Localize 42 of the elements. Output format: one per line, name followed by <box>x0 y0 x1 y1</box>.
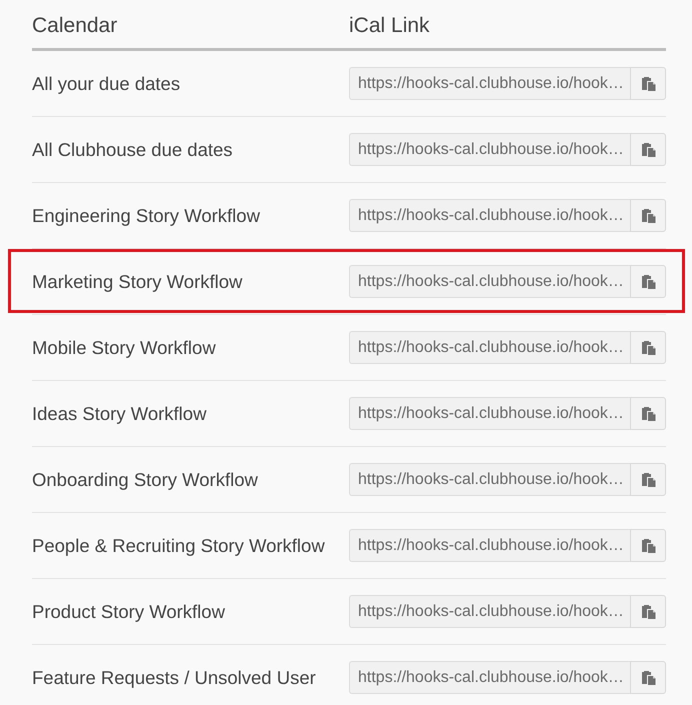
copy-icon <box>640 340 656 356</box>
copy-icon <box>640 406 656 422</box>
copy-icon <box>640 208 656 224</box>
calendar-name: Feature Requests / Unsolved User <box>32 666 316 688</box>
ical-link-field[interactable]: https://hooks-cal.clubhouse.io/hook… <box>349 199 630 232</box>
column-header: Calendar <box>32 14 118 38</box>
ical-link-field[interactable]: https://hooks-cal.clubhouse.io/hook… <box>349 133 630 166</box>
copy-button[interactable] <box>630 265 666 298</box>
copy-button[interactable] <box>630 463 666 496</box>
copy-button[interactable] <box>630 529 666 562</box>
calendar-name: Product Story Workflow <box>32 600 225 622</box>
ical-link-field[interactable]: https://hooks-cal.clubhouse.io/hook… <box>349 397 630 430</box>
ical-link-field[interactable]: https://hooks-cal.clubhouse.io/hook… <box>349 67 630 100</box>
ical-link-field[interactable]: https://hooks-cal.clubhouse.io/hook… <box>349 265 630 298</box>
ical-link-field[interactable]: https://hooks-cal.clubhouse.io/hook… <box>349 331 630 364</box>
copy-icon <box>640 274 656 290</box>
copy-button[interactable] <box>630 67 666 100</box>
column-header: iCal Link <box>349 14 430 38</box>
copy-icon <box>640 472 656 488</box>
copy-button[interactable] <box>630 397 666 430</box>
copy-icon <box>640 142 656 158</box>
copy-icon <box>640 538 656 554</box>
ical-link-field[interactable]: https://hooks-cal.clubhouse.io/hook… <box>349 595 630 628</box>
copy-icon <box>640 76 656 92</box>
ical-link-field[interactable]: https://hooks-cal.clubhouse.io/hook… <box>349 529 630 562</box>
ical-link-field[interactable]: https://hooks-cal.clubhouse.io/hook… <box>349 661 630 694</box>
copy-button[interactable] <box>630 199 666 232</box>
copy-icon <box>640 670 656 686</box>
copy-button[interactable] <box>630 133 666 166</box>
ical-link-field[interactable]: https://hooks-cal.clubhouse.io/hook… <box>349 463 630 496</box>
calendar-name: All Clubhouse due dates <box>32 138 233 160</box>
copy-button[interactable] <box>630 595 666 628</box>
calendar-name: Marketing Story Workflow <box>32 270 242 292</box>
calendar-name: Mobile Story Workflow <box>32 336 216 358</box>
copy-button[interactable] <box>630 661 666 694</box>
calendar-name: All your due dates <box>32 72 180 94</box>
copy-icon <box>640 604 656 620</box>
copy-button[interactable] <box>630 331 666 364</box>
calendar-name: Engineering Story Workflow <box>32 204 260 226</box>
calendar-name: Onboarding Story Workflow <box>32 468 258 490</box>
calendar-name: People & Recruiting Story Workflow <box>32 534 325 556</box>
calendar-name: Ideas Story Workflow <box>32 402 206 424</box>
